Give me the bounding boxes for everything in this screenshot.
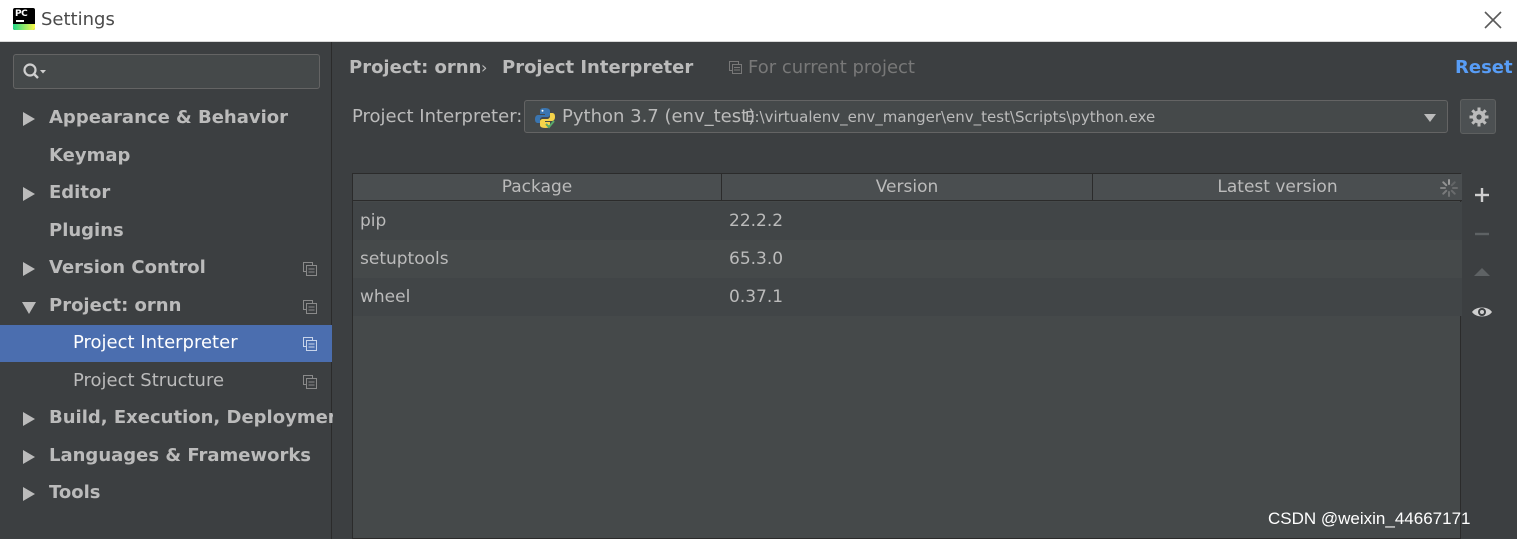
interpreter-path: E:\virtualenv_env_manger\env_test\Script… <box>745 108 1156 126</box>
triangle-right-icon[interactable] <box>23 450 35 464</box>
table-row[interactable]: wheel 0.37.1 <box>353 278 1462 316</box>
upgrade-icon[interactable] <box>1470 261 1494 285</box>
watermark: CSDN @weixin_44667171 <box>1268 509 1471 528</box>
search-box[interactable] <box>13 54 320 89</box>
sidebar-item-label: Tools <box>49 482 101 503</box>
interpreter-settings-button[interactable] <box>1460 99 1496 134</box>
triangle-right-icon[interactable] <box>23 112 35 126</box>
interpreter-select[interactable]: Python 3.7 (env_test) E:\virtualenv_env_… <box>524 100 1448 133</box>
sidebar-item-build-execution-deployment[interactable]: Build, Execution, Deployment <box>0 400 349 437</box>
breadcrumb-separator: › <box>481 58 488 77</box>
close-icon <box>1484 11 1502 29</box>
loading-spinner-icon <box>1440 179 1458 197</box>
package-toolbar <box>1463 173 1501 539</box>
cell-package: pip <box>360 211 387 231</box>
cell-package: setuptools <box>360 249 449 269</box>
interpreter-label: Project Interpreter: <box>352 106 523 127</box>
sidebar-item-label: Plugins <box>49 220 124 241</box>
sidebar-item-appearance-behavior[interactable]: Appearance & Behavior <box>0 100 332 137</box>
scope-note: For current project <box>748 57 915 78</box>
chevron-down-icon <box>1424 114 1436 122</box>
sidebar-item-label: Project: ornn <box>49 295 182 316</box>
plus-icon[interactable] <box>1470 183 1494 207</box>
gear-icon <box>1469 107 1489 127</box>
cell-package: wheel <box>360 287 411 307</box>
column-header-package[interactable]: Package <box>353 174 722 201</box>
table-row[interactable]: setuptools 65.3.0 <box>353 240 1462 278</box>
project-scope-icon <box>303 300 317 314</box>
sidebar-item-label: Keymap <box>49 145 131 166</box>
minus-icon[interactable] <box>1470 222 1494 246</box>
cell-version: 22.2.2 <box>729 211 784 231</box>
triangle-right-icon[interactable] <box>23 187 35 201</box>
table-row[interactable]: pip 22.2.2 <box>353 202 1462 240</box>
sidebar-item-keymap[interactable]: Keymap <box>0 138 332 175</box>
project-scope-icon <box>729 61 742 74</box>
triangle-down-icon[interactable] <box>22 302 36 314</box>
column-header-latest-version[interactable]: Latest version <box>1093 174 1462 201</box>
sidebar-item-project-ornn[interactable]: Project: ornn <box>0 288 332 325</box>
sidebar-item-editor[interactable]: Editor <box>0 175 332 212</box>
sidebar-item-label: Project Interpreter <box>73 332 238 353</box>
reset-link[interactable]: Reset <box>1455 57 1513 78</box>
triangle-right-icon[interactable] <box>23 487 35 501</box>
close-button[interactable] <box>1482 9 1504 31</box>
sidebar-item-plugins[interactable]: Plugins <box>0 213 332 250</box>
search-icon <box>23 63 46 79</box>
column-header-version[interactable]: Version <box>722 174 1093 201</box>
pycharm-logo-icon: PC <box>13 8 35 30</box>
table-header: Package Version Latest version <box>353 174 1462 201</box>
cell-version: 0.37.1 <box>729 287 784 307</box>
packages-table: Package Version Latest version pip 22.2.2… <box>352 173 1462 539</box>
project-scope-icon <box>303 262 317 276</box>
project-scope-icon <box>303 337 317 351</box>
sidebar-item-label: Appearance & Behavior <box>49 107 289 128</box>
breadcrumb-current: Project Interpreter <box>502 57 694 78</box>
sidebar-item-label: Version Control <box>49 257 206 278</box>
main-panel: Project: ornn › Project Interpreter For … <box>333 42 1517 539</box>
sidebar-item-version-control[interactable]: Version Control <box>0 250 332 287</box>
python-icon <box>535 108 555 129</box>
triangle-right-icon[interactable] <box>23 412 35 426</box>
interpreter-name: Python 3.7 (env_test) <box>562 106 756 127</box>
triangle-right-icon[interactable] <box>23 262 35 276</box>
project-scope-icon <box>303 375 317 389</box>
sidebar-item-label: Build, Execution, Deployment <box>49 407 350 428</box>
sidebar-item-languages-frameworks[interactable]: Languages & Frameworks <box>0 438 332 475</box>
search-input[interactable] <box>54 59 314 84</box>
breadcrumb-project: Project: ornn <box>349 57 482 78</box>
eye-icon[interactable] <box>1470 300 1494 324</box>
sidebar-item-tools[interactable]: Tools <box>0 475 332 512</box>
sidebar-item-label: Project Structure <box>73 370 225 391</box>
sidebar-item-project-structure[interactable]: Project Structure <box>0 363 332 400</box>
sidebar-item-project-interpreter[interactable]: Project Interpreter <box>0 325 332 362</box>
title-bar: PC Settings <box>0 0 1517 42</box>
sidebar-item-label: Editor <box>49 182 111 203</box>
window-title: Settings <box>41 9 115 30</box>
sidebar-item-label: Languages & Frameworks <box>49 445 312 466</box>
settings-sidebar: Appearance & Behavior Keymap Editor Plugins… <box>0 42 349 539</box>
cell-version: 65.3.0 <box>729 249 784 269</box>
